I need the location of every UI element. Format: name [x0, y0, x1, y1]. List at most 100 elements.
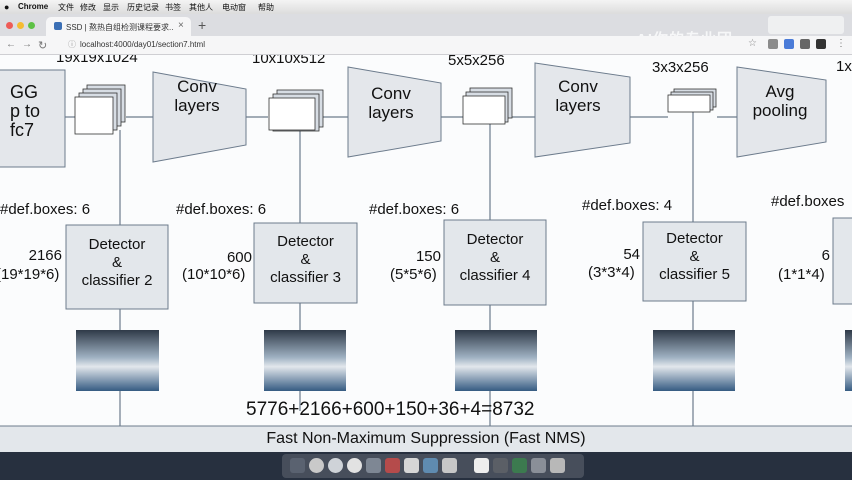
def-boxes-4: #def.boxes: 4	[582, 197, 673, 214]
feature-size-2: 10x10x512	[252, 55, 326, 67]
address-url: localhost:4000/day01/section7.html	[80, 40, 205, 49]
detector-4-line2: &	[489, 249, 500, 266]
detector-4-line1: Detector	[466, 231, 524, 248]
avg-pooling-label: Avg pooling	[748, 82, 812, 120]
dock-chrome-icon[interactable]	[347, 458, 362, 473]
conv-label-1: Conv layers	[172, 77, 222, 115]
dock-app-icon-10[interactable]	[474, 458, 489, 473]
menu-app-name[interactable]: Chrome	[18, 2, 48, 11]
dock-app-icon-11[interactable]	[493, 458, 508, 473]
dock-launchpad-icon[interactable]	[309, 458, 324, 473]
detector-5-line1: Detector	[666, 230, 723, 247]
browser-toolbar: ← → ↻ ⓘ localhost:4000/day01/section7.ht…	[0, 36, 852, 55]
dock-app-icon-6[interactable]	[385, 458, 400, 473]
conv-label-1-line1: Conv	[177, 77, 217, 96]
forward-arrow-icon[interactable]: →	[22, 39, 32, 50]
menu-item-window[interactable]: 电动窗	[222, 2, 246, 13]
total-boxes-sum: 5776+2166+600+150+36+4=8732	[246, 399, 535, 420]
conv-label-1-line2: layers	[174, 96, 220, 115]
count-2: 600	[226, 249, 252, 266]
detector-label-2: Detector & classifier 2	[66, 236, 168, 290]
count-4: 54	[623, 246, 640, 263]
feature-map-stack-2	[268, 89, 324, 132]
detector-label-4: Detector & classifier 4	[444, 231, 546, 285]
tab-close-icon[interactable]: ×	[178, 20, 184, 31]
back-arrow-icon[interactable]: ←	[6, 39, 16, 50]
conv-label-2-line2: layers	[368, 103, 414, 122]
count-3: 150	[415, 248, 441, 265]
conv-label-3-line1: Conv	[558, 77, 598, 96]
dock-app-icon-13[interactable]	[531, 458, 546, 473]
feature-map-stack-3	[462, 87, 513, 125]
bookmark-star-icon[interactable]: ☆	[748, 38, 757, 49]
reload-icon[interactable]: ↻	[38, 39, 47, 52]
formula-5: (1*1*4)	[778, 266, 825, 283]
result-image-4	[455, 330, 537, 391]
menu-item-view[interactable]: 显示	[103, 2, 119, 13]
formula-3: (5*5*6)	[390, 266, 437, 283]
feature-map-stack-4	[667, 88, 717, 113]
def-boxes-5: #def.boxes	[771, 193, 845, 210]
apple-icon[interactable]: ●	[4, 2, 9, 12]
formula-1: (19*19*6)	[0, 266, 60, 283]
extension-icon-4[interactable]	[816, 39, 826, 49]
info-icon[interactable]: ⓘ	[68, 39, 76, 50]
new-tab-button[interactable]: +	[198, 17, 206, 33]
feature-size-1: 19x19x1024	[56, 55, 138, 66]
def-boxes-3: #def.boxes: 6	[369, 201, 460, 218]
extension-icon-2[interactable]	[784, 39, 794, 49]
slide-diagram: 19x19x1024 10x10x512 5x5x256 3x3x256 1x …	[0, 55, 852, 452]
vgg-label-line2: p to	[10, 101, 41, 121]
detector-3-line2: &	[300, 251, 311, 268]
nms-label: Fast Non-Maximum Suppression (Fast NMS)	[266, 430, 586, 447]
address-bar[interactable]: ⓘ localhost:4000/day01/section7.html	[68, 38, 728, 51]
feature-size-3: 5x5x256	[448, 55, 505, 69]
tab-active[interactable]: SSD | 熬热自组检测课程要求.. ×	[46, 17, 191, 36]
dock-app-icon-5[interactable]	[366, 458, 381, 473]
feature-size-4: 3x3x256	[652, 59, 709, 76]
detector-5-line2: &	[689, 248, 700, 265]
profile-area[interactable]	[768, 16, 844, 34]
feature-map-stack-1	[74, 84, 126, 135]
dock-app-icon-8[interactable]	[423, 458, 438, 473]
menu-item-people[interactable]: 其他人	[189, 2, 213, 13]
dock-trash-icon[interactable]	[550, 458, 565, 473]
formula-2: (10*10*6)	[182, 266, 246, 283]
more-menu-icon[interactable]: ⋮	[836, 38, 846, 49]
count-1: 2166	[28, 247, 62, 264]
detector-label-3: Detector & classifier 3	[254, 233, 357, 287]
dock-app-icon-7[interactable]	[404, 458, 419, 473]
tab-strip: SSD | 熬热自组检测课程要求.. × + AI你的专业团	[0, 14, 852, 48]
dock-app-icon-12[interactable]	[512, 458, 527, 473]
result-image-6	[845, 330, 852, 391]
vgg-label: GG p to fc7	[10, 83, 40, 140]
page-favicon-icon	[54, 22, 62, 30]
menu-item-file[interactable]: 文件	[58, 2, 74, 13]
conv-label-2-line1: Conv	[371, 84, 411, 103]
vgg-label-line1: GG	[10, 82, 39, 102]
dock	[0, 452, 852, 480]
conv-label-3-line2: layers	[555, 96, 601, 115]
conv-label-2: Conv layers	[366, 84, 416, 122]
dock-safari-icon[interactable]	[328, 458, 343, 473]
dock-app-icon-9[interactable]	[442, 458, 457, 473]
minimize-window-button[interactable]	[17, 22, 24, 29]
menu-item-help[interactable]: 帮助	[258, 2, 274, 13]
extension-icon-1[interactable]	[768, 39, 778, 49]
menu-item-edit[interactable]: 修改	[80, 2, 96, 13]
dock-finder-icon[interactable]	[290, 458, 305, 473]
menu-item-history[interactable]: 历史记录	[127, 2, 159, 13]
detector-2-line3: classifier 2	[81, 272, 153, 289]
menu-item-bookmarks[interactable]: 书签	[165, 2, 181, 13]
formula-4: (3*3*4)	[588, 264, 635, 281]
def-boxes-1: #def.boxes: 6	[0, 201, 91, 218]
count-5: 6	[821, 247, 830, 264]
result-image-2	[76, 330, 159, 391]
extension-icon-3[interactable]	[800, 39, 810, 49]
detector-label-5: Detector & classifier 5	[643, 230, 746, 284]
tab-title: SSD | 熬热自组检测课程要求..	[66, 23, 174, 32]
close-window-button[interactable]	[6, 22, 13, 29]
detector-3-line1: Detector	[277, 233, 334, 250]
maximize-window-button[interactable]	[28, 22, 35, 29]
def-boxes-2: #def.boxes: 6	[176, 201, 267, 218]
